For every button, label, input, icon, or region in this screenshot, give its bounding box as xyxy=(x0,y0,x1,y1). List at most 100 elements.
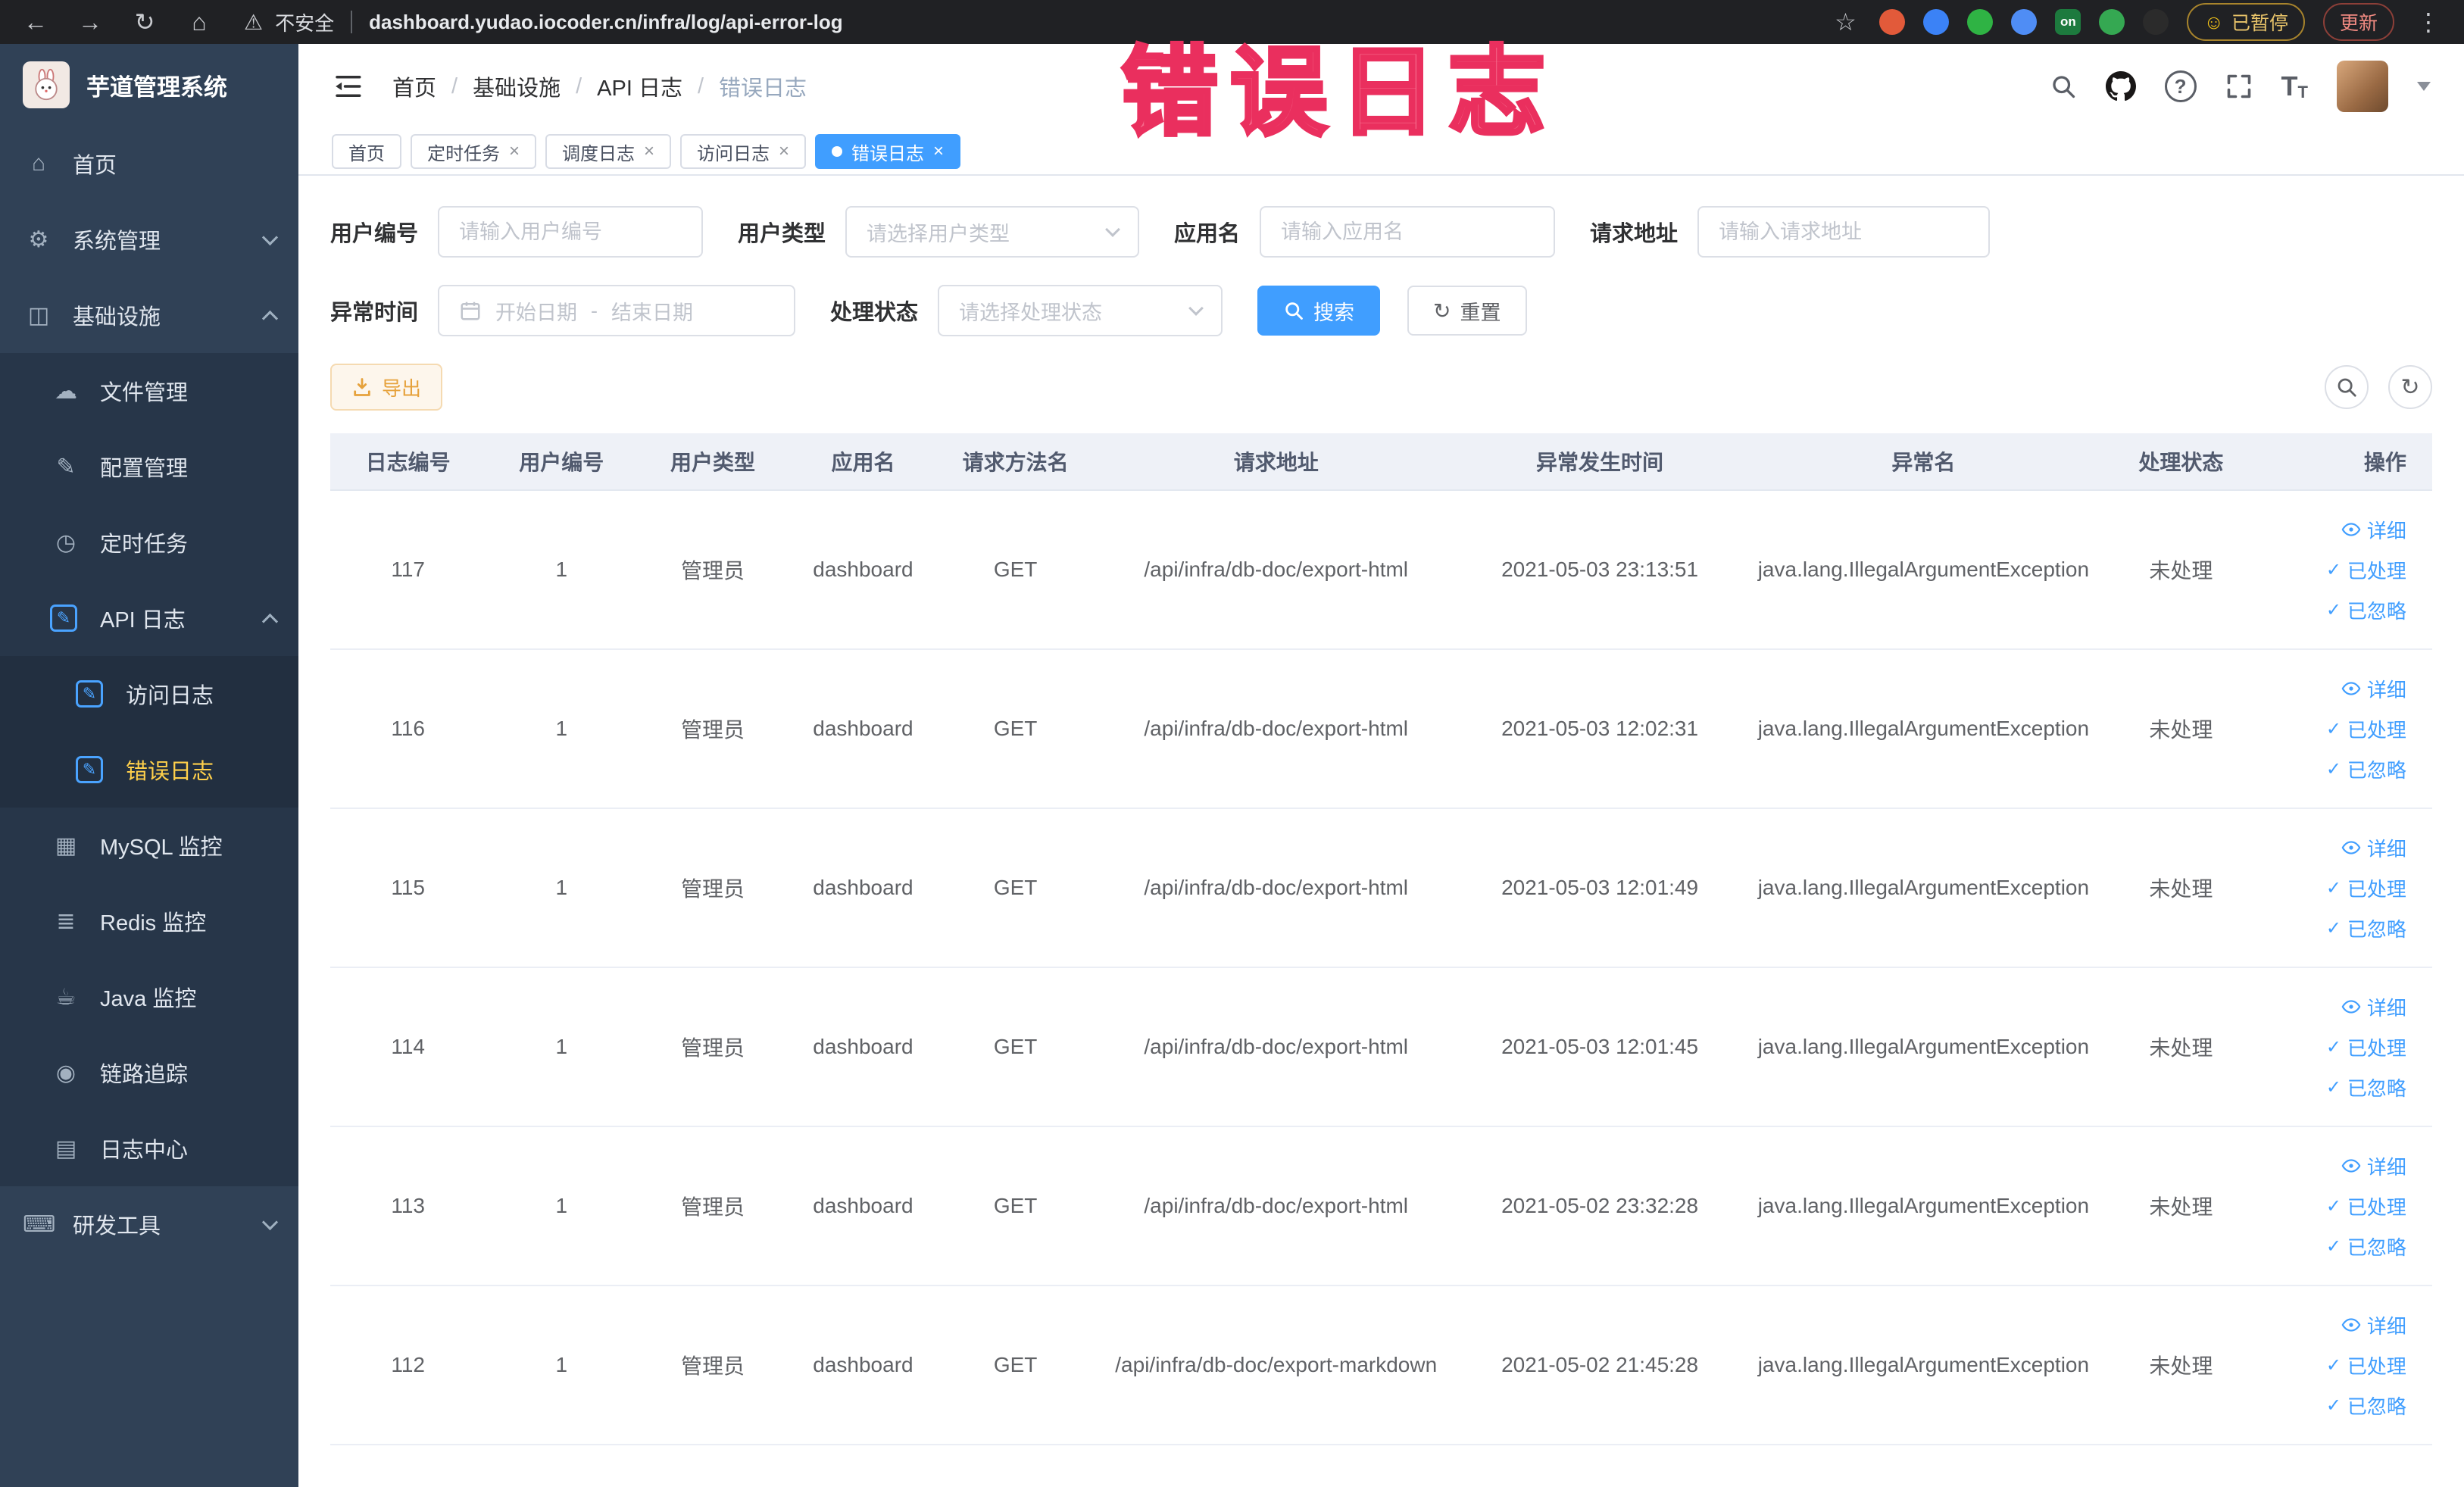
processed-link[interactable]: ✓ 已处理 xyxy=(2326,556,2406,584)
sidebar-item-error-log[interactable]: ✎ 错误日志 xyxy=(0,732,298,808)
extension-on-icon[interactable]: on xyxy=(2055,9,2081,35)
request-url-input[interactable] xyxy=(1697,206,1991,258)
detail-link[interactable]: 详细 xyxy=(2341,993,2406,1021)
cell-user-id: 1 xyxy=(555,558,568,581)
close-icon[interactable]: × xyxy=(779,142,789,161)
processed-link[interactable]: ✓ 已处理 xyxy=(2326,715,2406,743)
sidebar-item-infra[interactable]: ◫ 基础设施 xyxy=(0,277,298,353)
processed-link[interactable]: ✓ 已处理 xyxy=(2326,1192,2406,1220)
font-size-icon[interactable]: TT xyxy=(2281,70,2308,102)
extension-icon[interactable] xyxy=(1967,9,1994,35)
extension-icon[interactable] xyxy=(2099,9,2125,35)
eye-icon xyxy=(2341,841,2361,854)
ignored-link[interactable]: ✓ 已忽略 xyxy=(2326,755,2406,783)
extension-icon[interactable] xyxy=(1923,9,1950,35)
eye-icon xyxy=(2341,682,2361,695)
table-row: 113 1 管理员 dashboard GET /api/infra/db-do… xyxy=(330,1127,2432,1286)
select-placeholder: 请选择处理状态 xyxy=(959,301,1103,324)
sidebar-item-api-log[interactable]: ✎ API 日志 xyxy=(0,580,298,656)
cell-user-id: 1 xyxy=(555,876,568,899)
kebab-menu-icon[interactable]: ⋮ xyxy=(2412,8,2444,36)
tab-access-log[interactable]: 访问日志 × xyxy=(680,134,807,169)
user-type-select[interactable]: 请选择用户类型 xyxy=(845,206,1140,258)
sidebar-item-log-center[interactable]: ▤ 日志中心 xyxy=(0,1111,298,1186)
extension-icon[interactable] xyxy=(2143,9,2169,35)
breadcrumb-item[interactable]: 首页 xyxy=(392,70,436,102)
home-icon[interactable]: ⌂ xyxy=(183,8,215,36)
back-icon[interactable]: ← xyxy=(20,8,52,36)
extension-icon[interactable] xyxy=(1879,9,1906,35)
ignored-link[interactable]: ✓ 已忽略 xyxy=(2326,914,2406,942)
exception-time-range[interactable]: 开始日期 - 结束日期 xyxy=(438,285,796,336)
ignored-link[interactable]: ✓ 已忽略 xyxy=(2326,1073,2406,1101)
export-button[interactable]: 导出 xyxy=(330,364,443,411)
detail-link[interactable]: 详细 xyxy=(2341,675,2406,703)
chevron-up-icon xyxy=(261,613,279,629)
ignored-link[interactable]: ✓ 已忽略 xyxy=(2326,596,2406,624)
address-bar[interactable]: ⚠ 不安全 dashboard.yudao.iocoder.cn/infra/l… xyxy=(244,8,843,36)
search-icon[interactable] xyxy=(2050,73,2077,100)
hamburger-icon[interactable] xyxy=(332,70,364,102)
sidebar-item-scheduled-jobs[interactable]: ◷ 定时任务 xyxy=(0,505,298,580)
processed-link[interactable]: ✓ 已处理 xyxy=(2326,1351,2406,1379)
process-status-select[interactable]: 请选择处理状态 xyxy=(938,285,1223,336)
ignored-link[interactable]: ✓ 已忽略 xyxy=(2326,1392,2406,1420)
detail-link[interactable]: 详细 xyxy=(2341,516,2406,544)
processed-link[interactable]: ✓ 已处理 xyxy=(2326,1033,2406,1061)
tab-schedule-log[interactable]: 调度日志 × xyxy=(545,134,672,169)
toggle-search-icon[interactable] xyxy=(2325,365,2369,409)
app-name-input[interactable] xyxy=(1260,206,1556,258)
bookmark-star-icon[interactable]: ☆ xyxy=(1829,8,1861,36)
breadcrumb-item[interactable]: 基础设施 xyxy=(473,70,561,102)
refresh-table-icon[interactable]: ↻ xyxy=(2388,365,2432,409)
close-icon[interactable]: × xyxy=(933,142,944,161)
ignored-link[interactable]: ✓ 已忽略 xyxy=(2326,1232,2406,1261)
detail-link[interactable]: 详细 xyxy=(2341,834,2406,862)
sidebar-item-redis-monitor[interactable]: ≣ Redis 监控 xyxy=(0,883,298,959)
sidebar-item-mysql-monitor[interactable]: ▦ MySQL 监控 xyxy=(0,808,298,883)
fullscreen-icon[interactable] xyxy=(2225,73,2253,100)
close-icon[interactable]: × xyxy=(509,142,520,161)
table-row: 112 1 管理员 dashboard GET /api/infra/db-do… xyxy=(330,1286,2432,1445)
forward-icon[interactable]: → xyxy=(74,8,106,36)
reload-icon[interactable]: ↻ xyxy=(129,8,161,36)
extension-icon[interactable] xyxy=(2011,9,2038,35)
tab-error-log[interactable]: 错误日志 × xyxy=(815,134,961,169)
github-icon[interactable] xyxy=(2105,71,2136,102)
update-button[interactable]: 更新 xyxy=(2322,3,2394,41)
sidebar-item-file-manage[interactable]: ☁ 文件管理 xyxy=(0,353,298,429)
cell-app-name: dashboard xyxy=(813,717,913,740)
error-log-table: 日志编号 用户编号 用户类型 应用名 请求方法名 请求地址 异常发生时间 异常名… xyxy=(330,433,2432,1445)
sidebar-item-trace[interactable]: ◉ 链路追踪 xyxy=(0,1035,298,1111)
sidebar-item-access-log[interactable]: ✎ 访问日志 xyxy=(0,656,298,732)
table-body: 117 1 管理员 dashboard GET /api/infra/db-do… xyxy=(330,491,2432,1445)
profile-paused-button[interactable]: ☺ 已暂停 xyxy=(2187,3,2305,41)
processed-link[interactable]: ✓ 已处理 xyxy=(2326,874,2406,902)
detail-link[interactable]: 详细 xyxy=(2341,1311,2406,1339)
cell-request-url: /api/infra/db-doc/export-html xyxy=(1144,1194,1409,1217)
avatar[interactable] xyxy=(2337,61,2388,112)
tab-scheduled-jobs[interactable]: 定时任务 × xyxy=(411,134,537,169)
tab-home[interactable]: 首页 xyxy=(332,134,401,169)
help-icon[interactable]: ? xyxy=(2164,70,2197,102)
detail-link[interactable]: 详细 xyxy=(2341,1152,2406,1180)
sidebar-item-system[interactable]: ⚙ 系统管理 xyxy=(0,201,298,277)
app-logo[interactable]: 芋道管理系统 xyxy=(0,44,298,126)
reset-button[interactable]: ↻ 重置 xyxy=(1407,286,1527,336)
cell-actions: 详细 ✓ 已处理 ✓ 已忽略 xyxy=(2256,834,2432,942)
sidebar-item-dev-tools[interactable]: ⌨ 研发工具 xyxy=(0,1186,298,1262)
user-id-input[interactable] xyxy=(438,206,704,258)
caret-down-icon[interactable] xyxy=(2417,82,2431,91)
edit-square-icon: ✎ xyxy=(76,680,103,708)
sidebar-item-java-monitor[interactable]: ☕ Java 监控 xyxy=(0,959,298,1035)
clock-icon: ◷ xyxy=(55,530,77,555)
sidebar-item-config-manage[interactable]: ✎ 配置管理 xyxy=(0,429,298,505)
close-icon[interactable]: × xyxy=(644,142,654,161)
sidebar-item-home[interactable]: ⌂ 首页 xyxy=(0,126,298,201)
header-actions: ? TT xyxy=(2050,61,2431,112)
cell-status: 未处理 xyxy=(2149,877,2213,901)
check-icon: ✓ xyxy=(2325,1354,2341,1376)
breadcrumb-item[interactable]: API 日志 xyxy=(597,70,682,102)
search-button[interactable]: 搜索 xyxy=(1257,286,1381,336)
check-icon: ✓ xyxy=(2325,718,2341,739)
